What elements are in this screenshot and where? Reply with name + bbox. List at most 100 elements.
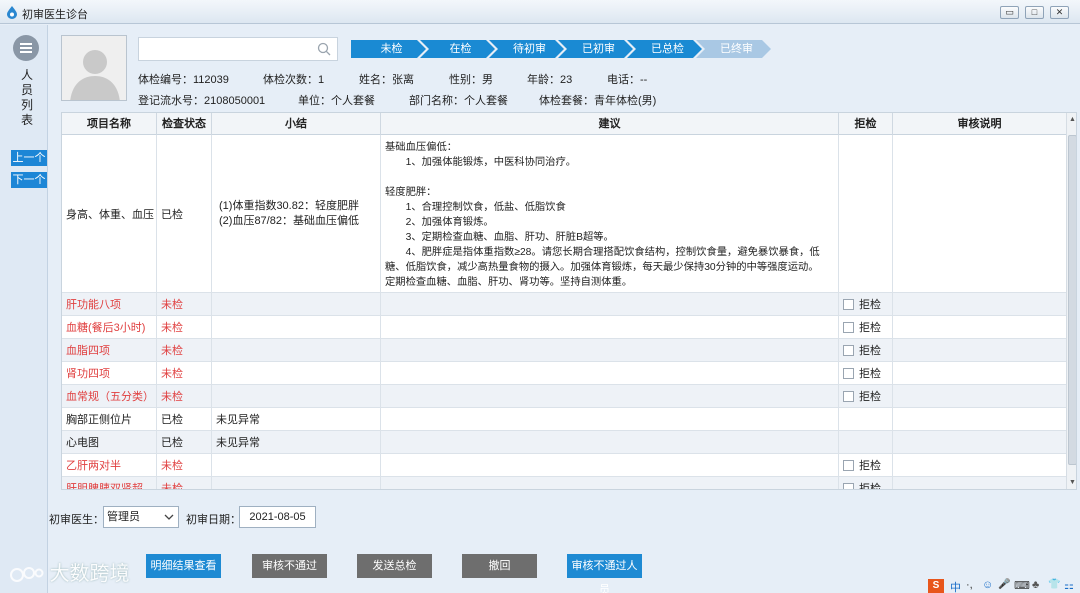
item-advice: 基础血压偏低： 1、加强体能锻炼，中医科协同治疗。 轻度肥胖： 1、合理控制饮食…: [381, 135, 839, 292]
scroll-up-icon[interactable]: ▲: [1069, 116, 1076, 123]
table-row[interactable]: 肝胆脾胰双肾超 未检 拒检: [62, 477, 1066, 490]
note-cell[interactable]: [893, 135, 1066, 292]
reject-checkbox[interactable]: 拒检: [839, 477, 893, 490]
table-row-vitals[interactable]: 身高、体重、血压 已检 (1)体重指数30.82：轻度肥胖 (2)血压87/82…: [62, 135, 1066, 293]
patient-age: 年龄：23: [527, 74, 573, 86]
item-status: 未检: [157, 385, 212, 407]
checkbox-icon[interactable]: [843, 482, 854, 489]
view-detail-results-button[interactable]: 明细结果查看: [146, 554, 221, 578]
prev-button[interactable]: 上一个: [11, 150, 47, 166]
item-status: 未检: [157, 339, 212, 361]
emoji-icon[interactable]: ☺: [982, 579, 993, 591]
minimize-button[interactable]: ▭: [1000, 6, 1019, 19]
scroll-thumb[interactable]: [1068, 135, 1076, 465]
send-to-general-check-button[interactable]: 发送总检: [357, 554, 432, 578]
patient-list-label[interactable]: 人员列表: [20, 68, 34, 128]
reject-review-button[interactable]: 审核不通过: [252, 554, 327, 578]
skin-icon[interactable]: ♣: [1032, 579, 1039, 591]
note-cell[interactable]: [893, 316, 1066, 338]
exam-number: 体检编号：112039: [138, 74, 229, 86]
scroll-down-icon[interactable]: ▼: [1069, 479, 1076, 486]
item-summary: [212, 385, 381, 407]
checkbox-icon[interactable]: [843, 321, 854, 333]
sogou-icon[interactable]: S: [928, 579, 944, 593]
checkbox-icon[interactable]: [843, 390, 854, 402]
reject-checkbox[interactable]: 拒检: [839, 385, 893, 407]
mic-icon[interactable]: 🎤: [998, 579, 1010, 590]
note-cell[interactable]: [893, 454, 1066, 476]
note-cell[interactable]: [893, 431, 1066, 453]
note-cell[interactable]: [893, 362, 1066, 384]
note-cell[interactable]: [893, 293, 1066, 315]
search-icon[interactable]: [317, 42, 331, 56]
note-cell[interactable]: [893, 339, 1066, 361]
doctor-select[interactable]: 管理员: [103, 506, 179, 528]
watermark-text: 大数跨境: [49, 563, 130, 585]
search-input[interactable]: [139, 38, 309, 60]
reject-checkbox[interactable]: 拒检: [839, 339, 893, 361]
item-name: 心电图: [62, 431, 157, 453]
table-row[interactable]: 血常规（五分类） 未检 拒检: [62, 385, 1066, 408]
checkbox-icon[interactable]: [843, 459, 854, 471]
maximize-button[interactable]: □: [1025, 6, 1044, 19]
table-row[interactable]: 心电图 已检 未见异常: [62, 431, 1066, 454]
title-bar: 初审医生诊台 ▭ □ ✕: [0, 0, 1080, 24]
patient-gender: 性别：男: [449, 74, 493, 86]
item-summary: [212, 362, 381, 384]
checkbox-icon[interactable]: [843, 298, 854, 310]
checkbox-icon[interactable]: [843, 367, 854, 379]
reject-label: 拒检: [859, 368, 881, 380]
item-advice: [381, 385, 839, 407]
note-cell[interactable]: [893, 477, 1066, 489]
item-summary: [212, 477, 381, 489]
reject-label: 拒检: [859, 460, 881, 472]
table-row[interactable]: 血脂四项 未检 拒检: [62, 339, 1066, 362]
table-row[interactable]: 胸部正侧位片 已检 未见异常: [62, 408, 1066, 431]
note-cell[interactable]: [893, 385, 1066, 407]
item-summary: 未见异常: [212, 431, 381, 453]
sidebar: 人员列表 上一个 下一个: [0, 25, 48, 593]
table-row[interactable]: 乙肝两对半 未检 拒检: [62, 454, 1066, 477]
keyboard-icon[interactable]: ⌨: [1014, 579, 1030, 592]
step-pending-review: 待初审: [489, 40, 564, 58]
review-date-field[interactable]: 2021-08-05: [239, 506, 316, 528]
patient-phone: 电话：--: [607, 74, 648, 86]
reject-label: 拒检: [859, 322, 881, 334]
reject-checkbox[interactable]: 拒检: [839, 362, 893, 384]
reject-checkbox[interactable]: 拒检: [839, 293, 893, 315]
item-advice: [381, 293, 839, 315]
table-row[interactable]: 肾功四项 未检 拒检: [62, 362, 1066, 385]
item-summary: 未见异常: [212, 408, 381, 430]
menu-icon[interactable]: [13, 35, 39, 61]
table-row[interactable]: 肝功能八项 未检 拒检: [62, 293, 1066, 316]
item-status: 未检: [157, 454, 212, 476]
step-final-reviewed: 已终审: [696, 40, 771, 58]
chevron-down-icon[interactable]: [164, 507, 174, 527]
ime-mode[interactable]: 中: [950, 579, 961, 593]
reject-label: 拒检: [859, 299, 881, 311]
advice-line: 基础血压偏低：: [385, 142, 458, 153]
reject-label: 拒检: [859, 483, 881, 490]
reject-checkbox[interactable]: 拒检: [839, 454, 893, 476]
checkbox-icon[interactable]: [843, 344, 854, 356]
item-advice: [381, 362, 839, 384]
item-name: 血脂四项: [62, 339, 157, 361]
shirt-icon[interactable]: 👕: [1048, 579, 1060, 590]
punct-icon[interactable]: ·,: [966, 579, 973, 591]
withdraw-button[interactable]: 撤回: [462, 554, 537, 578]
window-title: 初审医生诊台: [22, 9, 88, 21]
advice-line: 轻度肥胖：: [385, 187, 437, 198]
toolbox-icon[interactable]: ⚏: [1064, 579, 1074, 592]
table-row[interactable]: 血糖(餐后3小时) 未检 拒检: [62, 316, 1066, 339]
reject-cell: [839, 408, 893, 430]
reject-checkbox[interactable]: 拒检: [839, 316, 893, 338]
vertical-scrollbar[interactable]: ▲ ▼: [1066, 113, 1076, 489]
col-advice: 建议: [381, 113, 839, 135]
note-cell[interactable]: [893, 408, 1066, 430]
close-button[interactable]: ✕: [1050, 6, 1069, 19]
item-advice: [381, 339, 839, 361]
rejected-persons-button[interactable]: 审核不通过人员: [567, 554, 642, 593]
results-table: 项目名称 检查状态 小结 建议 拒检 审核说明 身高、体重、血压 已检 (1)体…: [61, 112, 1077, 490]
next-button[interactable]: 下一个: [11, 172, 47, 188]
item-advice: [381, 431, 839, 453]
